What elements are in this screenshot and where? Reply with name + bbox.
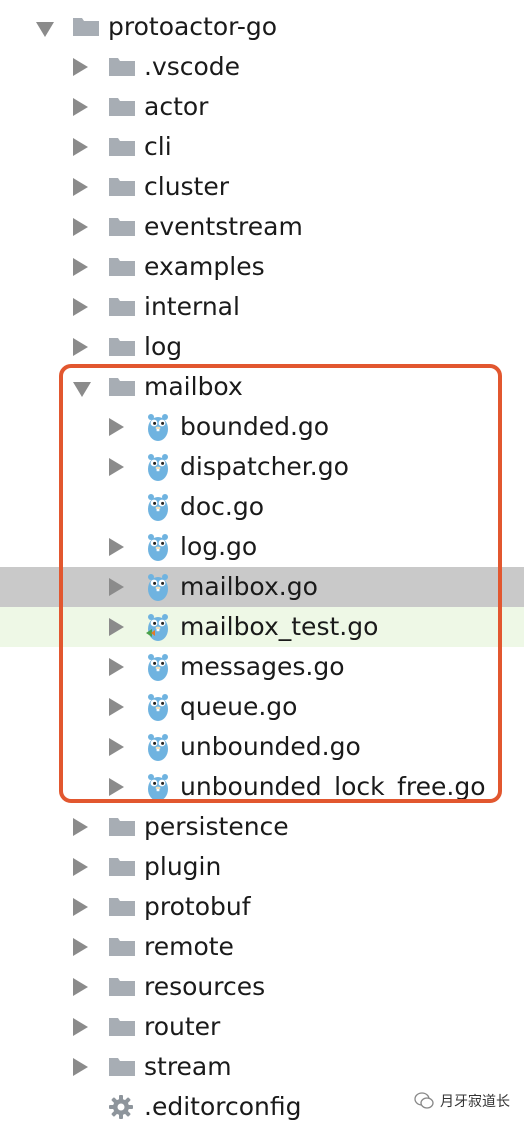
folder-icon (72, 15, 100, 37)
tree-row[interactable]: cluster (0, 167, 524, 207)
tree-row[interactable]: examples (0, 247, 524, 287)
tree-row[interactable]: eventstream (0, 207, 524, 247)
folder-icon (108, 935, 136, 957)
tree-item-label: actor (144, 92, 209, 121)
folder-icon (108, 335, 136, 357)
tree-item-label: protobuf (144, 892, 251, 921)
folder-icon (108, 815, 136, 837)
mailbox-highlight-box (59, 364, 502, 803)
tree-item-label: router (144, 1012, 221, 1041)
tree-row[interactable]: resources (0, 967, 524, 1007)
tree-item-label: remote (144, 932, 234, 961)
tree-row[interactable]: persistence (0, 807, 524, 847)
expand-arrow-closed-icon[interactable] (73, 218, 88, 236)
folder-icon (108, 255, 136, 277)
tree-row[interactable]: log (0, 327, 524, 367)
tree-item-label: log (144, 332, 183, 361)
expand-arrow-closed-icon[interactable] (73, 338, 88, 356)
tree-item-label: internal (144, 292, 240, 321)
tree-row[interactable]: actor (0, 87, 524, 127)
tree-item-label: resources (144, 972, 266, 1001)
folder-icon (108, 95, 136, 117)
tree-item-label: examples (144, 252, 265, 281)
expand-arrow-closed-icon[interactable] (73, 858, 88, 876)
tree-row[interactable]: protobuf (0, 887, 524, 927)
expand-arrow-open-icon[interactable] (36, 22, 54, 37)
tree-item-label: cluster (144, 172, 230, 201)
expand-arrow-closed-icon[interactable] (73, 58, 88, 76)
folder-icon (108, 1055, 136, 1077)
folder-icon (108, 175, 136, 197)
tree-item-label: .vscode (144, 52, 241, 81)
tree-row[interactable]: router (0, 1007, 524, 1047)
gear-icon (108, 1094, 134, 1120)
folder-icon (108, 55, 136, 77)
tree-item-label: eventstream (144, 212, 303, 241)
folder-icon (108, 895, 136, 917)
expand-arrow-closed-icon[interactable] (73, 978, 88, 996)
expand-arrow-closed-icon[interactable] (73, 898, 88, 916)
folder-icon (108, 135, 136, 157)
tree-row[interactable]: .vscode (0, 47, 524, 87)
watermark: 月牙寂道长 (414, 1090, 510, 1112)
tree-row[interactable]: internal (0, 287, 524, 327)
expand-arrow-closed-icon[interactable] (73, 178, 88, 196)
expand-arrow-closed-icon[interactable] (73, 138, 88, 156)
tree-row[interactable]: cli (0, 127, 524, 167)
tree-item-label: plugin (144, 852, 222, 881)
tree-item-label: .editorconfig (144, 1092, 302, 1121)
wechat-icon (414, 1092, 434, 1109)
tree-row[interactable]: plugin (0, 847, 524, 887)
tree-item-label: stream (144, 1052, 232, 1081)
expand-arrow-closed-icon[interactable] (73, 938, 88, 956)
expand-arrow-closed-icon[interactable] (73, 1058, 88, 1076)
folder-icon (108, 855, 136, 877)
tree-row[interactable]: stream (0, 1047, 524, 1087)
expand-arrow-closed-icon[interactable] (73, 298, 88, 316)
folder-icon (108, 1015, 136, 1037)
folder-icon (108, 295, 136, 317)
watermark-text: 月牙寂道长 (440, 1094, 510, 1110)
expand-arrow-closed-icon[interactable] (73, 258, 88, 276)
expand-arrow-closed-icon[interactable] (73, 98, 88, 116)
folder-icon (108, 975, 136, 997)
expand-arrow-closed-icon[interactable] (73, 1018, 88, 1036)
tree-row[interactable]: protoactor-go (0, 7, 524, 47)
folder-icon (108, 215, 136, 237)
tree-item-label: protoactor-go (108, 12, 278, 41)
tree-item-label: cli (144, 132, 172, 161)
expand-arrow-closed-icon[interactable] (73, 818, 88, 836)
tree-item-label: persistence (144, 812, 289, 841)
tree-row[interactable]: remote (0, 927, 524, 967)
